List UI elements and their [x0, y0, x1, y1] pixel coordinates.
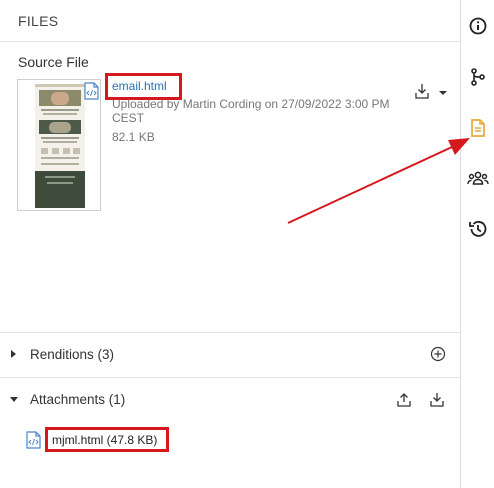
- people-icon[interactable]: [467, 168, 489, 190]
- download-icon[interactable]: [429, 392, 445, 408]
- upload-info: Uploaded by Martin Cording on 27/09/2022…: [112, 97, 390, 125]
- side-rail: [461, 0, 494, 488]
- files-icon[interactable]: [467, 117, 489, 139]
- branch-icon[interactable]: [467, 66, 489, 88]
- caret-down-icon: [10, 397, 18, 402]
- upload-icon[interactable]: [396, 392, 412, 408]
- html-file-icon: [26, 431, 41, 454]
- download-dropdown-button[interactable]: [415, 83, 449, 101]
- renditions-label: Renditions (3): [30, 347, 115, 362]
- add-circle-icon[interactable]: [430, 346, 446, 362]
- panel-header: FILES: [0, 0, 460, 42]
- renditions-section[interactable]: Renditions (3): [0, 332, 460, 376]
- panel-title: FILES: [18, 13, 59, 29]
- info-icon[interactable]: [467, 15, 489, 37]
- highlight-box: [45, 427, 169, 452]
- history-icon[interactable]: [467, 218, 489, 240]
- highlight-box: [105, 73, 182, 100]
- html-file-icon: [84, 82, 99, 105]
- file-size: 82.1 KB: [112, 130, 155, 144]
- source-file-label: Source File: [18, 54, 89, 70]
- files-panel: FILES Source File email.html Uploaded by…: [0, 0, 461, 488]
- attachments-label: Attachments (1): [30, 392, 126, 407]
- caret-right-icon: [11, 350, 16, 358]
